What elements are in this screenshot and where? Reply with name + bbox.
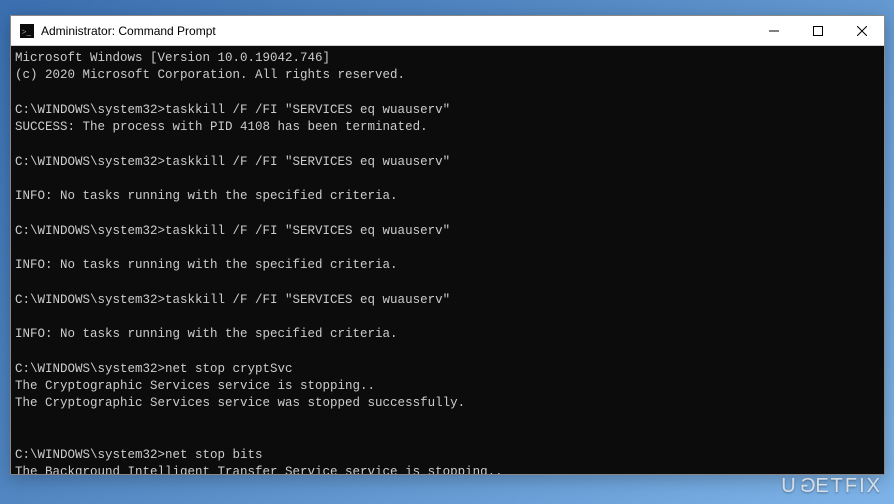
terminal-line: [15, 430, 878, 447]
terminal-line: (c) 2020 Microsoft Corporation. All righ…: [15, 67, 878, 84]
minimize-button[interactable]: [752, 16, 796, 46]
terminal-line: C:\WINDOWS\system32>taskkill /F /FI "SER…: [15, 223, 878, 240]
terminal-line: C:\WINDOWS\system32>net stop bits: [15, 447, 878, 464]
terminal-line: INFO: No tasks running with the specifie…: [15, 326, 878, 343]
terminal-line: [15, 136, 878, 153]
cmd-icon: >_: [15, 24, 39, 38]
terminal-line: C:\WINDOWS\system32>taskkill /F /FI "SER…: [15, 102, 878, 119]
terminal-line: [15, 274, 878, 291]
terminal-line: [15, 309, 878, 326]
terminal-output[interactable]: Microsoft Windows [Version 10.0.19042.74…: [11, 46, 884, 474]
watermark-char: E: [815, 475, 830, 497]
svg-text:>_: >_: [22, 26, 32, 36]
terminal-line: C:\WINDOWS\system32>taskkill /F /FI "SER…: [15, 154, 878, 171]
watermark-char: I: [859, 475, 867, 497]
terminal-line: INFO: No tasks running with the specifie…: [15, 257, 878, 274]
terminal-line: The Cryptographic Services service is st…: [15, 378, 878, 395]
terminal-line: [15, 171, 878, 188]
terminal-line: The Background Intelligent Transfer Serv…: [15, 464, 878, 474]
close-button[interactable]: [840, 16, 884, 46]
maximize-button[interactable]: [796, 16, 840, 46]
watermark-text: UGETFIX: [781, 475, 882, 498]
terminal-line: [15, 343, 878, 360]
terminal-line: C:\WINDOWS\system32>taskkill /F /FI "SER…: [15, 292, 878, 309]
command-prompt-window: >_ Administrator: Command Prompt Microso…: [10, 15, 885, 475]
window-titlebar[interactable]: >_ Administrator: Command Prompt: [11, 16, 884, 46]
terminal-line: [15, 240, 878, 257]
watermark-char: T: [831, 475, 845, 497]
watermark-char: G: [798, 475, 816, 498]
terminal-line: [15, 412, 878, 429]
terminal-line: [15, 85, 878, 102]
terminal-line: [15, 205, 878, 222]
terminal-line: INFO: No tasks running with the specifie…: [15, 188, 878, 205]
watermark-char: F: [845, 475, 859, 497]
terminal-line: SUCCESS: The process with PID 4108 has b…: [15, 119, 878, 136]
terminal-line: Microsoft Windows [Version 10.0.19042.74…: [15, 50, 878, 67]
watermark-char: X: [867, 475, 882, 497]
terminal-line: The Cryptographic Services service was s…: [15, 395, 878, 412]
terminal-line: C:\WINDOWS\system32>net stop cryptSvc: [15, 361, 878, 378]
window-title: Administrator: Command Prompt: [39, 24, 216, 38]
watermark-char: U: [781, 475, 797, 497]
